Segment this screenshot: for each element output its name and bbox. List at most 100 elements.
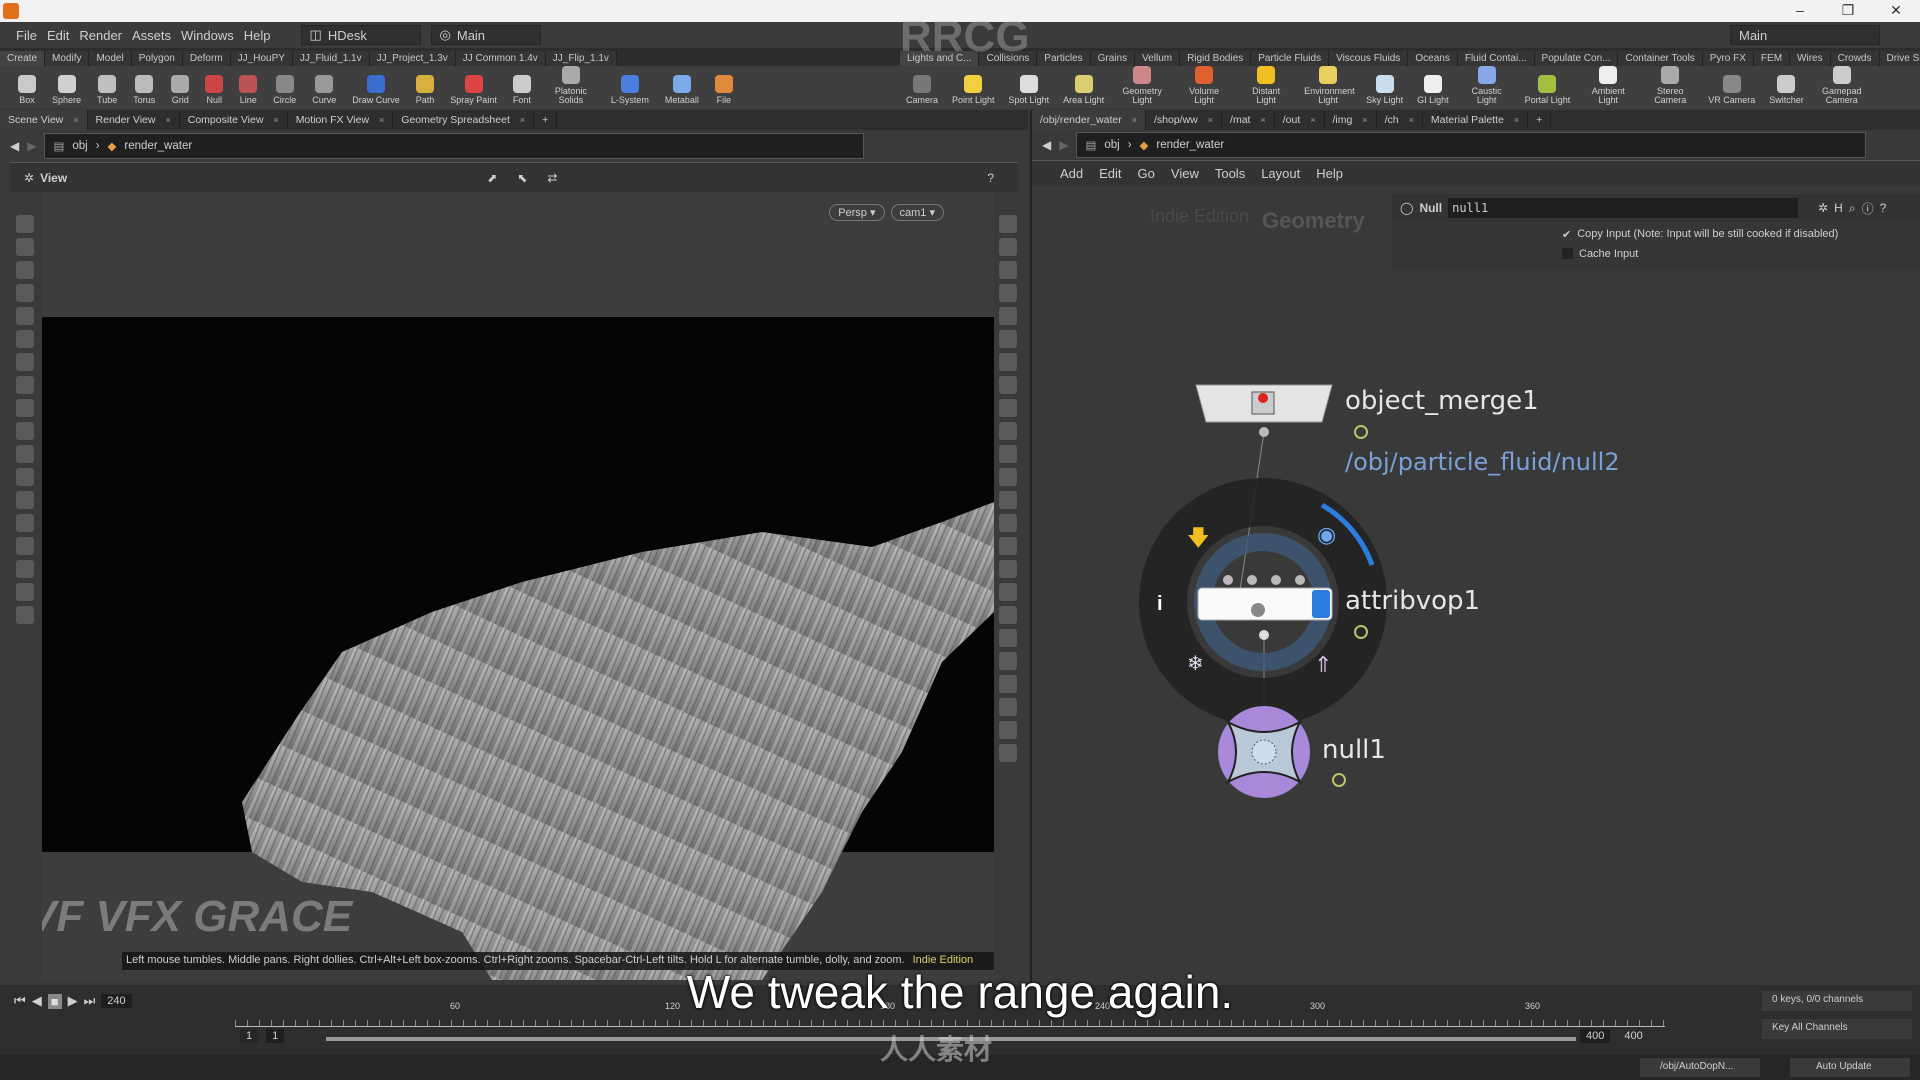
tool-icon[interactable] (16, 583, 34, 601)
shelf-tool-tube[interactable]: Tube (97, 75, 117, 105)
close-tab-icon[interactable]: × (73, 115, 78, 125)
shelf-tool-gamepad-camera[interactable]: Gamepad Camera (1818, 66, 1866, 105)
tool-icon[interactable] (999, 353, 1017, 371)
pane-tab[interactable]: Scene View × (0, 110, 88, 130)
menu-windows[interactable]: Windows (181, 28, 234, 43)
shelf-tab[interactable]: Drive Simula... (1879, 51, 1920, 66)
tool-icon[interactable] (999, 284, 1017, 302)
shelf-tab[interactable]: Model (89, 51, 132, 66)
minimize-button[interactable]: – (1780, 2, 1820, 18)
back-arrow-icon[interactable]: ◀ (10, 139, 19, 153)
camera-menu[interactable]: cam1 ▾ (890, 204, 944, 221)
range-start-field[interactable]: 1 (240, 1029, 259, 1043)
shelf-tab[interactable]: Create (0, 51, 46, 66)
node-null1[interactable] (1218, 706, 1310, 798)
shelf-tool-l-system[interactable]: L-System (611, 75, 649, 105)
tool-icon[interactable] (999, 721, 1017, 739)
shelf-tool-gi-light[interactable]: GI Light (1417, 75, 1449, 105)
tool-icon[interactable] (999, 629, 1017, 647)
tool-icon[interactable] (999, 376, 1017, 394)
shelf-tab[interactable]: Viscous Fluids (1329, 51, 1409, 66)
shelf-tool-curve[interactable]: Curve (312, 75, 336, 105)
tool-icon[interactable] (999, 491, 1017, 509)
bypass-icon[interactable]: 🡇 (1187, 525, 1210, 550)
desktop-select[interactable]: ◫ HDesk (300, 25, 421, 45)
shelf-tab[interactable]: Vellum (1135, 51, 1181, 66)
pane-tab[interactable]: Motion FX View × (288, 110, 394, 130)
shelf-tab[interactable]: Grains (1090, 51, 1136, 66)
shelf-tab[interactable]: Modify (45, 51, 90, 66)
tool-icon[interactable] (16, 376, 34, 394)
shelf-tool-distant-light[interactable]: Distant Light (1242, 66, 1290, 105)
shelf-tab[interactable]: Populate Con... (1534, 51, 1619, 66)
tool-icon[interactable] (16, 284, 34, 302)
tool-icon[interactable] (999, 330, 1017, 348)
desktop-sub-select[interactable]: ◎ Main (430, 25, 541, 45)
sim-path-field[interactable]: /obj/AutoDopN... (1640, 1058, 1760, 1077)
shelf-tool-draw-curve[interactable]: Draw Curve (352, 75, 400, 105)
close-button[interactable]: ✕ (1876, 2, 1916, 19)
tool-icon[interactable] (16, 491, 34, 509)
shelf-tool-geometry-light[interactable]: Geometry Light (1118, 66, 1166, 105)
menu-edit[interactable]: Edit (47, 28, 69, 43)
tool-icon[interactable] (16, 353, 34, 371)
tool-icon[interactable] (16, 514, 34, 532)
shelf-tab[interactable]: JJ Common 1.4v (455, 51, 546, 66)
tool-icon[interactable] (999, 261, 1017, 279)
shelf-tab[interactable]: Oceans (1408, 51, 1458, 66)
tool-icon[interactable] (999, 422, 1017, 440)
close-tab-icon[interactable]: × (165, 115, 170, 125)
tool-icon[interactable] (999, 399, 1017, 417)
shelf-tool-portal-light[interactable]: Portal Light (1525, 75, 1570, 105)
tool-icon[interactable] (16, 422, 34, 440)
tool-icon[interactable] (999, 445, 1017, 463)
shelf-tool-metaball[interactable]: Metaball (665, 75, 699, 105)
info-icon[interactable]: i (1157, 593, 1163, 615)
display-flag-eye-icon[interactable]: ◉ (1317, 522, 1336, 547)
range-end-field[interactable]: 400 (1618, 1029, 1648, 1043)
close-tab-icon[interactable]: × (273, 115, 278, 125)
viewport[interactable]: Persp ▾ cam1 ▾ VF VFX GRACE Left mouse t… (42, 192, 994, 980)
tool-icon[interactable] (999, 468, 1017, 486)
node-object-merge1[interactable] (1195, 384, 1333, 437)
shelf-tool-vr-camera[interactable]: VR Camera (1708, 75, 1755, 105)
shelf-tool-grid[interactable]: Grid (171, 75, 190, 105)
tool-icon[interactable] (999, 652, 1017, 670)
shelf-tool-spray-paint[interactable]: Spray Paint (450, 75, 497, 105)
shelf-tool-circle[interactable]: Circle (273, 75, 296, 105)
shelf-tab[interactable]: JJ_Project_1.3v (369, 51, 456, 66)
shelf-tool-caustic-light[interactable]: Caustic Light (1463, 66, 1511, 105)
playback-end-field[interactable]: 400 (1580, 1029, 1611, 1043)
shelf-tool-switcher[interactable]: Switcher (1769, 75, 1804, 105)
tool-icon[interactable] (999, 583, 1017, 601)
menu-file[interactable]: File (16, 28, 37, 43)
shelf-tool-box[interactable]: Box (18, 75, 36, 105)
tool-icon[interactable] (999, 537, 1017, 555)
shelf-tab[interactable]: JJ_Flip_1.1v (545, 51, 617, 66)
menu-help[interactable]: Help (244, 28, 271, 43)
transform-tool-icon[interactable]: ⇄ (547, 171, 557, 185)
pick-tool-icon[interactable]: ⬉ (517, 171, 527, 185)
shelf-tab[interactable]: Deform (182, 51, 231, 66)
shelf-tab[interactable]: Fluid Contai... (1457, 51, 1535, 66)
playback-start-field[interactable]: 1 (266, 1029, 285, 1043)
tool-icon[interactable] (999, 307, 1017, 325)
tool-icon[interactable] (16, 307, 34, 325)
select-tool-icon[interactable]: ⬈ (487, 171, 497, 185)
persp-menu[interactable]: Persp ▾ (829, 204, 885, 221)
close-tab-icon[interactable]: × (379, 115, 384, 125)
tool-icon[interactable] (16, 215, 34, 233)
path-render-water[interactable]: render_water (124, 140, 192, 152)
tool-icon[interactable] (16, 537, 34, 555)
tool-icon[interactable] (16, 606, 34, 624)
add-tab-button[interactable]: + (534, 110, 558, 130)
shelf-tab[interactable]: Particle Fluids (1251, 51, 1330, 66)
shelf-tool-ambient-light[interactable]: Ambient Light (1584, 66, 1632, 105)
shelf-tool-font[interactable]: Font (512, 75, 531, 105)
path-obj[interactable]: obj (72, 140, 87, 152)
pane-tab[interactable]: Geometry Spreadsheet × (393, 110, 535, 130)
tool-icon[interactable] (999, 675, 1017, 693)
tool-icon[interactable] (999, 514, 1017, 532)
shelf-tab[interactable]: Polygon (131, 51, 183, 66)
shelf-tool-environment-light[interactable]: Environment Light (1304, 66, 1355, 105)
